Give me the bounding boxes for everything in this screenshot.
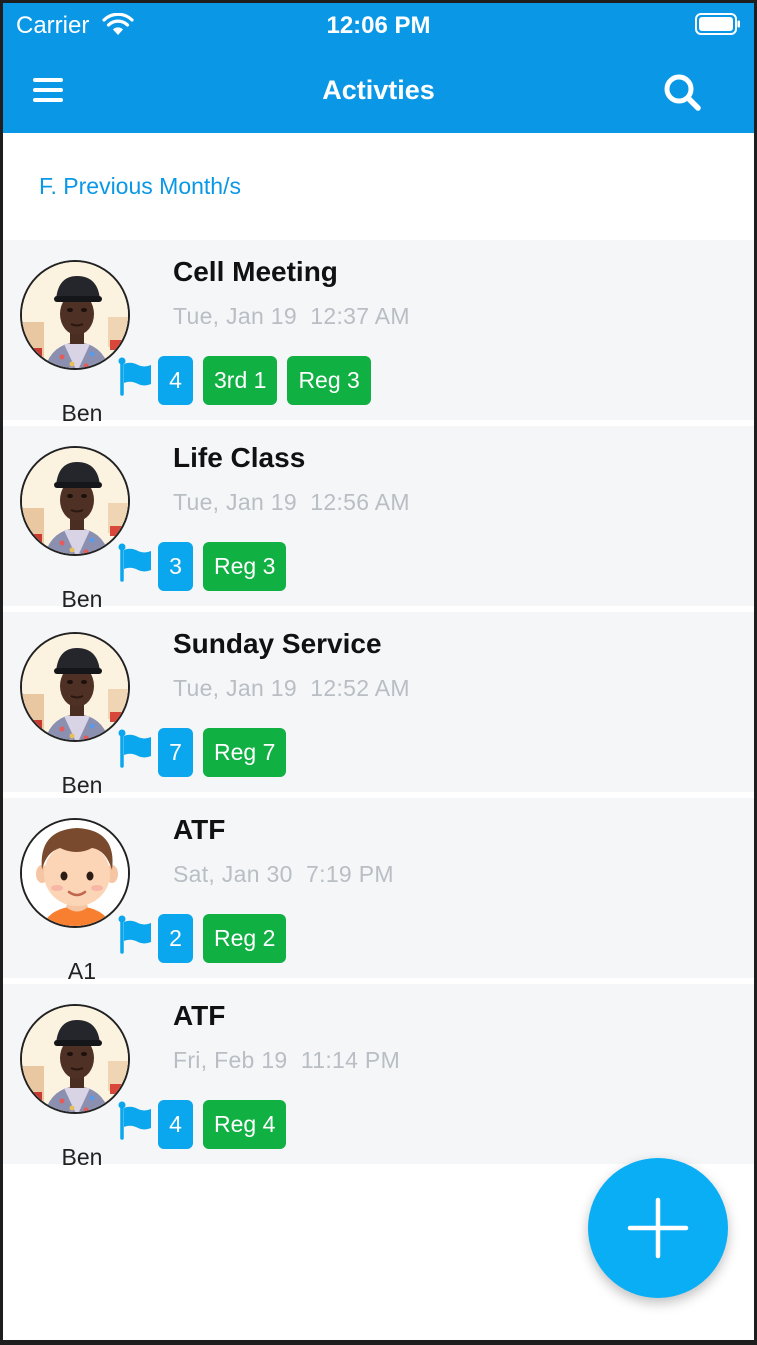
tag-badge: Reg 2 [203,914,287,963]
count-badge: 2 [158,914,193,963]
activity-title: ATF [173,1000,226,1031]
activity-item[interactable]: Ben Cell Meeting Tue, Jan 19 12:37 AM 4 … [3,240,754,426]
app-screen: Carrier 12:06 PM Activties F. Previous M… [3,3,754,1340]
navigation-bar: Activties [3,47,754,133]
user-avatar-image [20,632,130,742]
flag-icon [117,356,153,396]
avatar: Ben [20,446,151,612]
flag-icon [117,1100,153,1140]
previous-months-filter[interactable]: F. Previous Month/s [39,173,241,200]
activity-item[interactable]: Ben ATF Fri, Feb 19 11:14 PM 4 Reg 4 [3,984,754,1170]
activity-date: Sat, Jan 30 7:19 PM [173,861,394,887]
activity-date: Tue, Jan 19 12:37 AM [173,303,410,329]
activity-date: Tue, Jan 19 12:52 AM [173,675,410,701]
flag-icon [117,542,153,582]
badge-group: 2 Reg 2 [158,914,287,963]
user-name: Ben [61,772,103,798]
user-avatar-image [20,818,130,928]
tag-badge: Reg 3 [287,356,371,405]
count-badge: 3 [158,542,193,591]
count-badge: 7 [158,728,193,777]
plus-icon [627,1197,689,1259]
tag-badge: Reg 3 [203,542,287,591]
add-activity-button[interactable] [588,1158,728,1298]
badge-group: 3 Reg 3 [158,542,287,591]
user-avatar-image [20,446,130,556]
avatar: Ben [20,1004,151,1170]
status-bar: Carrier 12:06 PM [3,3,754,47]
search-icon[interactable] [661,71,703,113]
activity-title: Life Class [173,442,306,473]
tag-badge: 3rd 1 [203,356,278,405]
badge-group: 7 Reg 7 [158,728,287,777]
user-name: Ben [61,400,103,426]
badge-group: 4 3rd 1 Reg 3 [158,356,371,405]
avatar: Ben [20,260,151,426]
tag-badge: Reg 4 [203,1100,287,1149]
badge-group: 4 Reg 4 [158,1100,287,1149]
flag-icon [117,914,153,954]
activity-item[interactable]: A1 ATF Sat, Jan 30 7:19 PM 2 Reg 2 [3,798,754,984]
user-avatar-image [20,260,130,370]
battery-icon [695,13,740,35]
status-time: 12:06 PM [326,12,431,39]
user-avatar-image [20,1004,130,1114]
activity-item[interactable]: Ben Life Class Tue, Jan 19 12:56 AM 3 Re… [3,426,754,612]
user-name: A1 [67,958,97,984]
avatar: Ben [20,632,151,798]
page-title: Activties [322,75,435,105]
activity-title: Sunday Service [173,628,382,659]
avatar: A1 [20,818,151,984]
activity-date: Tue, Jan 19 12:56 AM [173,489,410,515]
user-name: Ben [61,1144,103,1170]
user-name: Ben [61,586,103,612]
activity-item[interactable]: Ben Sunday Service Tue, Jan 19 12:52 AM … [3,612,754,798]
activity-title: ATF [173,814,226,845]
count-badge: 4 [158,1100,193,1149]
count-badge: 4 [158,356,193,405]
activity-date: Fri, Feb 19 11:14 PM [173,1047,401,1073]
activity-title: Cell Meeting [173,256,338,287]
flag-icon [117,728,153,768]
filter-row: F. Previous Month/s [3,133,754,240]
tag-badge: Reg 7 [203,728,287,777]
